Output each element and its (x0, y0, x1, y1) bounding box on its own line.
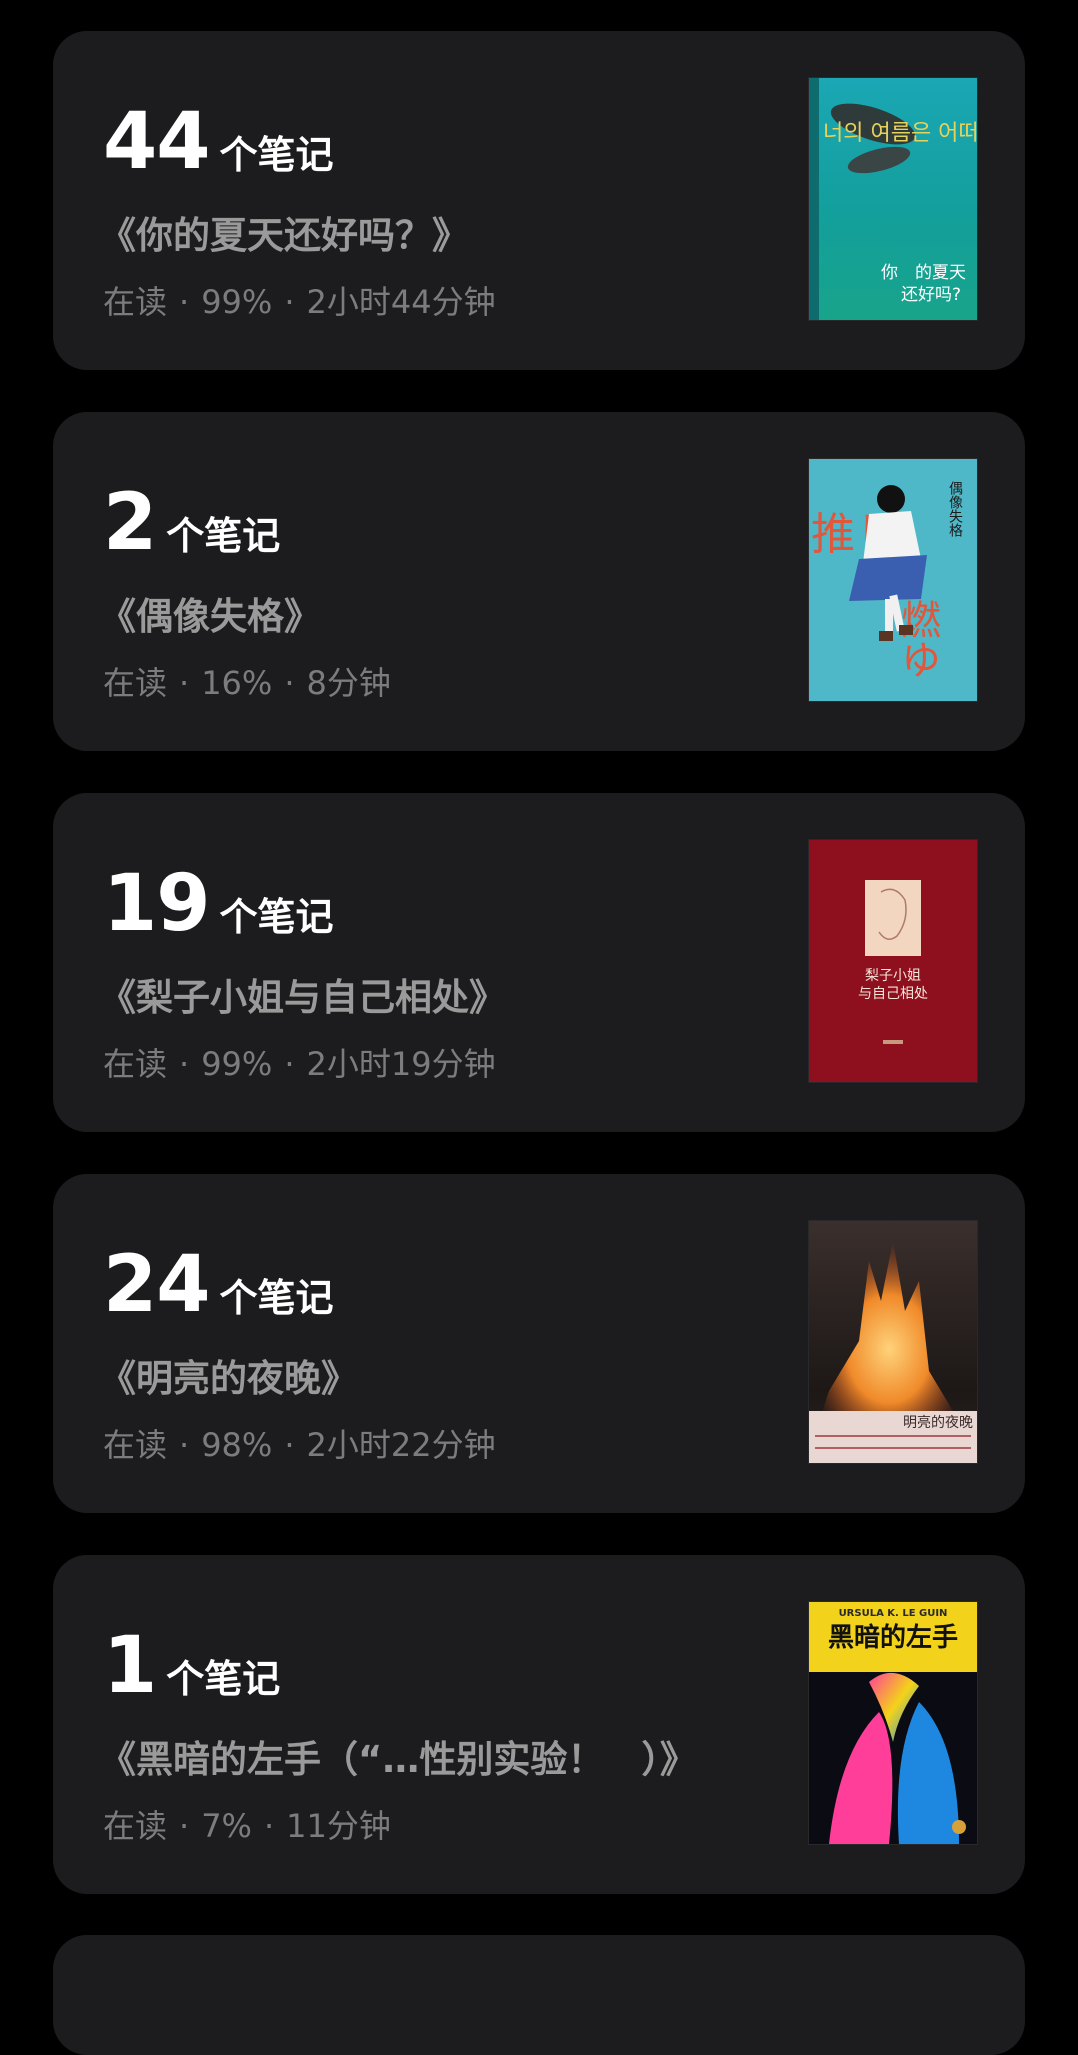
book-note-card[interactable]: 44 个笔记 《你的夏天还好吗？》 在读 · 99% · 2小时44分钟 너의 … (53, 31, 1025, 370)
card-info: 19 个笔记 《梨子小姐与自己相处》 在读 · 99% · 2小时19分钟 (99, 793, 705, 1132)
book-cover-art: 推し 燃ゆ 偶像失格 (809, 459, 977, 701)
cover-title: 黑暗的左手 (828, 1622, 958, 1653)
book-cover[interactable]: 梨子小姐 与自己相处 (809, 840, 977, 1082)
note-count-unit: 个笔记 (166, 514, 281, 558)
note-count-unit: 个笔记 (219, 133, 334, 177)
note-count-unit: 个笔记 (219, 1276, 334, 1320)
reading-progress: 16% (201, 664, 273, 702)
book-note-card[interactable]: 19 个笔记 《梨子小姐与自己相处》 在读 · 99% · 2小时19分钟 梨子小姐 与… (53, 793, 1025, 1132)
card-info: 24 个笔记 《明亮的夜晚》 在读 · 98% · 2小时22分钟 (99, 1174, 705, 1513)
note-count: 1 (103, 1621, 157, 1711)
book-title: 《偶像失格》 (99, 595, 321, 638)
reading-progress: 99% (201, 283, 273, 321)
reading-status: 在读 (103, 664, 168, 702)
reading-status: 在读 (103, 1807, 168, 1845)
book-meta: 在读 · 99% · 2小时19分钟 (103, 1045, 496, 1083)
book-meta: 在读 · 7% · 11分钟 (103, 1807, 391, 1845)
book-cover[interactable]: 推し 燃ゆ 偶像失格 (809, 459, 977, 701)
cover-author: URSULA K. LE GUIN (839, 1608, 948, 1619)
cover-title-line-2: 与自己相处 (858, 986, 928, 1002)
book-title: 《梨子小姐与自己相处》 (99, 976, 506, 1019)
note-count-row: 24 个笔记 (103, 1246, 334, 1324)
book-meta: 在读 · 16% · 8分钟 (103, 664, 391, 702)
card-info: 2 个笔记 《偶像失格》 在读 · 16% · 8分钟 (99, 412, 705, 751)
book-note-card[interactable]: 24 个笔记 《明亮的夜晚》 在读 · 98% · 2小时22分钟 明亮的夜晚 (53, 1174, 1025, 1513)
reading-duration: 8分钟 (306, 664, 391, 702)
note-count-unit: 个笔记 (166, 1657, 281, 1701)
note-count: 2 (103, 478, 157, 568)
reading-progress: 99% (201, 1045, 273, 1083)
book-title: 《明亮的夜晚》 (99, 1357, 358, 1400)
reading-status: 在读 (103, 1426, 168, 1464)
book-meta: 在读 · 98% · 2小时22分钟 (103, 1426, 496, 1464)
reading-duration: 2小时44分钟 (306, 283, 496, 321)
book-note-card[interactable]: 1 个笔记 《黑暗的左手（“…性别实验！ ）》 在读 · 7% · 11分钟 U… (53, 1555, 1025, 1894)
book-cover-art: 너의 여름은 어떠니 你 的夏天 还好吗? (809, 78, 977, 320)
reading-progress: 7% (201, 1807, 252, 1845)
book-meta: 在读 · 99% · 2小时44分钟 (103, 283, 496, 321)
note-count-unit: 个笔记 (219, 895, 334, 939)
book-note-card[interactable]: 2 个笔记 《偶像失格》 在读 · 16% · 8分钟 推し 燃ゆ 偶像失格 (53, 412, 1025, 751)
cover-title-line-1: 梨子小姐 (865, 968, 921, 984)
reading-progress: 98% (201, 1426, 273, 1464)
note-count: 44 (103, 97, 211, 187)
book-cover-art: 梨子小姐 与自己相处 (809, 840, 977, 1082)
cover-big-right-text: 燃ゆ (894, 599, 940, 679)
cover-title-line-1: 你 的夏天 (881, 263, 966, 283)
cover-title: 偶像失格 (947, 481, 963, 537)
book-cover[interactable]: 너의 여름은 어떠니 你 的夏天 还好吗? (809, 78, 977, 320)
note-count-row: 2 个笔记 (103, 484, 280, 562)
reading-status: 在读 (103, 1045, 168, 1083)
book-cover-art: 明亮的夜晚 (809, 1221, 977, 1463)
reading-status: 在读 (103, 283, 168, 321)
note-count: 24 (103, 1240, 211, 1330)
book-title: 《黑暗的左手（“…性别实验！ ）》 (99, 1738, 697, 1781)
note-count-row: 19 个笔记 (103, 865, 334, 943)
reading-duration: 2小时22分钟 (306, 1426, 496, 1464)
card-info: 44 个笔记 《你的夏天还好吗？》 在读 · 99% · 2小时44分钟 (99, 31, 705, 370)
note-count-row: 44 个笔记 (103, 103, 334, 181)
cover-title-line-2: 还好吗? (901, 285, 961, 305)
cover-korean-text: 너의 여름은 어떠니 (823, 121, 977, 146)
card-info: 1 个笔记 《黑暗的左手（“…性别实验！ ）》 在读 · 7% · 11分钟 (99, 1555, 705, 1894)
note-count-row: 1 个笔记 (103, 1627, 280, 1705)
book-cover[interactable]: URSULA K. LE GUIN 黑暗的左手 (809, 1602, 977, 1844)
book-cover[interactable]: 明亮的夜晚 (809, 1221, 977, 1463)
book-cover-art: URSULA K. LE GUIN 黑暗的左手 (809, 1602, 977, 1844)
reading-duration: 11分钟 (286, 1807, 391, 1845)
book-note-card-partial[interactable] (53, 1935, 1025, 2055)
reading-duration: 2小时19分钟 (306, 1045, 496, 1083)
note-count: 19 (103, 859, 211, 949)
cover-title: 明亮的夜晚 (903, 1414, 973, 1431)
book-title: 《你的夏天还好吗？》 (99, 214, 469, 257)
